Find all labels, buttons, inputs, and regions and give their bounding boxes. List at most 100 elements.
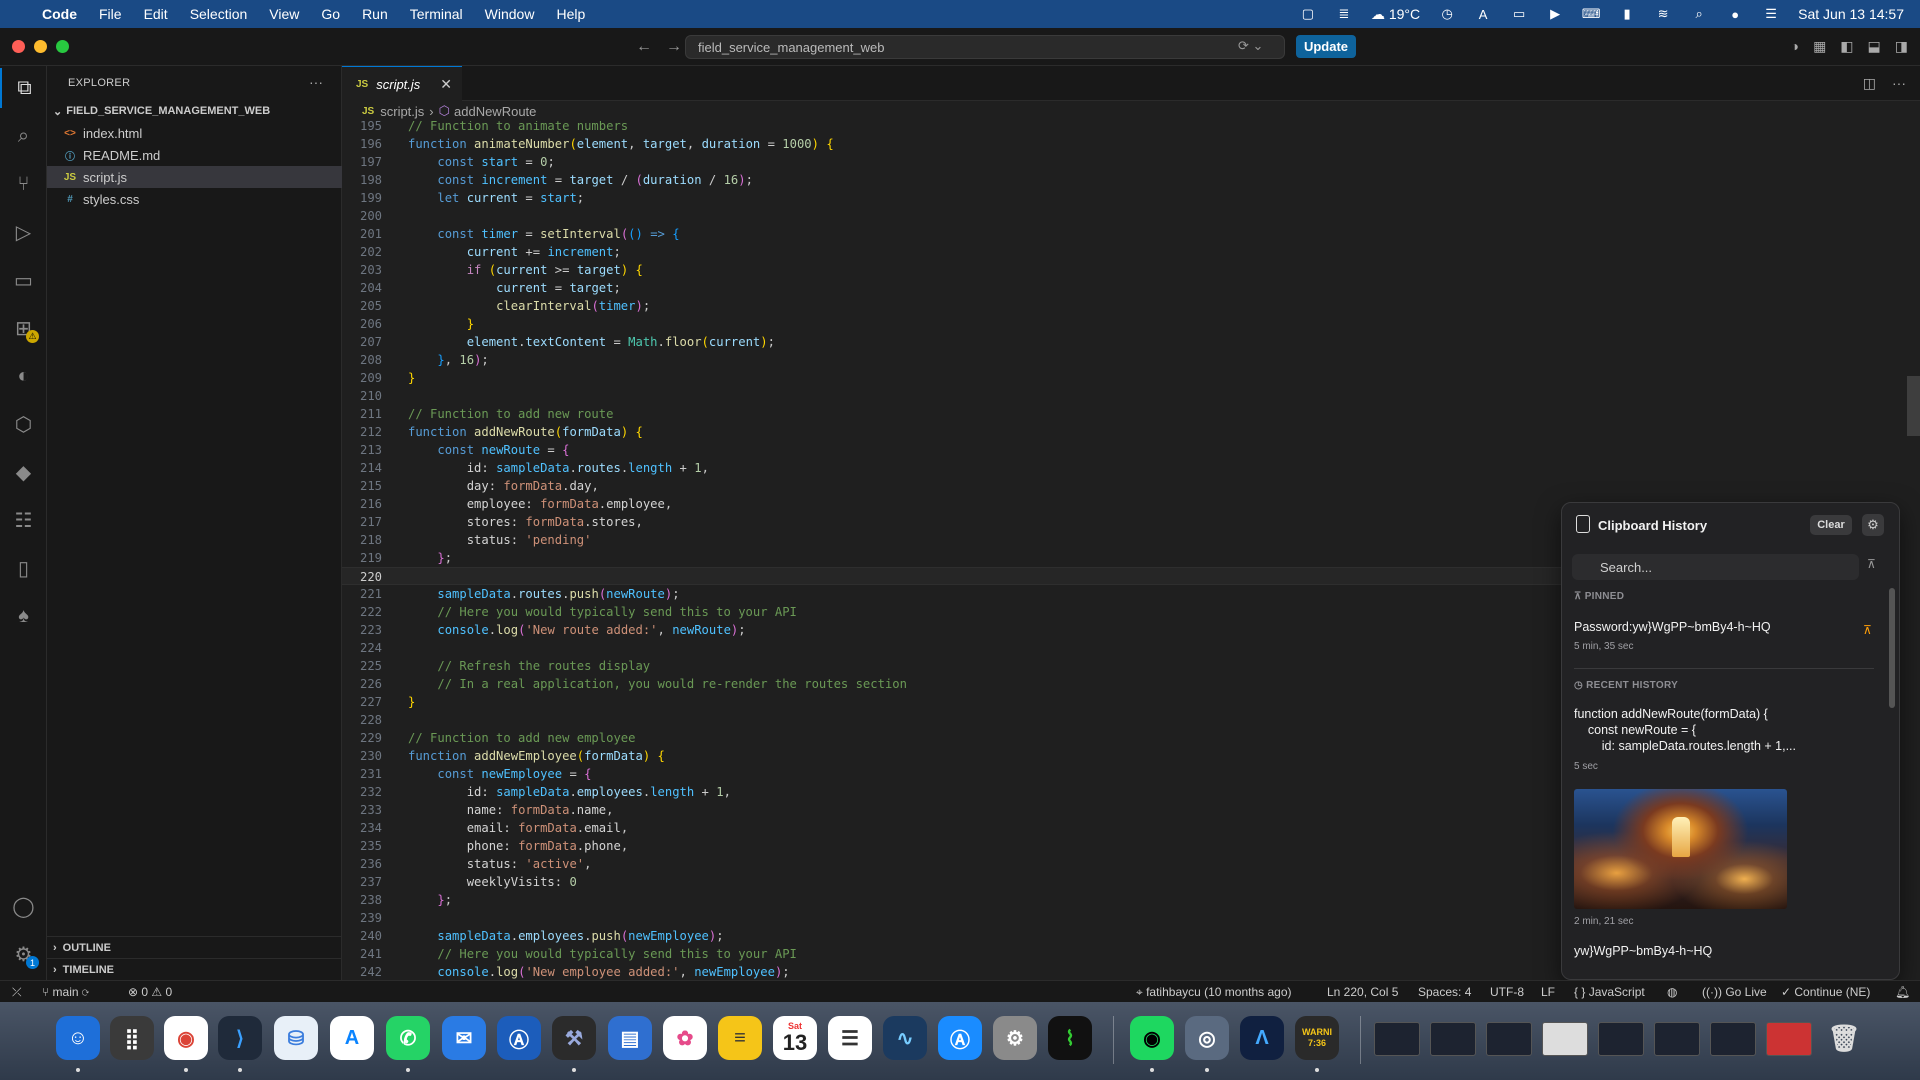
notes-icon[interactable]: ≡ [718, 1016, 762, 1060]
chrome-icon[interactable]: ◉ [164, 1016, 208, 1060]
clipboard-search-input[interactable]: Search... [1572, 554, 1859, 580]
cursor-position[interactable]: Ln 220, Col 5 [1327, 985, 1398, 999]
back-arrow-icon[interactable]: ← [636, 38, 652, 56]
freeform-icon[interactable]: ∿ [883, 1016, 927, 1060]
menu-window[interactable]: Window [485, 6, 535, 22]
minimized-window-thumb[interactable] [1486, 1022, 1532, 1056]
branch-indicator[interactable]: ⑂ main ⟳ [42, 985, 89, 999]
indentation[interactable]: Spaces: 4 [1418, 985, 1471, 999]
minimized-window-thumb[interactable] [1374, 1022, 1420, 1056]
minimized-window-thumb[interactable] [1766, 1022, 1812, 1056]
manage-gear-icon[interactable]: ⚙ 1 [0, 934, 47, 974]
menubar-clock[interactable]: Sat Jun 13 14:57 [1798, 6, 1904, 22]
xcode-icon[interactable]: ⚒ [552, 1016, 596, 1060]
menu-file[interactable]: File [99, 6, 122, 22]
encoding[interactable]: UTF-8 [1490, 985, 1524, 999]
language-mode[interactable]: { } JavaScript [1574, 985, 1645, 999]
clipboard-scrollbar[interactable] [1889, 588, 1895, 708]
spotify-icon[interactable]: ◉ [1130, 1016, 1174, 1060]
fullscreen-window-button[interactable] [56, 40, 69, 53]
clipboard-menu-icon[interactable]: ▢ [1299, 6, 1317, 21]
menu-edit[interactable]: Edit [144, 6, 168, 22]
forward-arrow-icon[interactable]: → [666, 38, 682, 56]
activity-monitor-icon[interactable]: ⌇ [1048, 1016, 1092, 1060]
pinned-star-icon[interactable]: ⊼ [1863, 623, 1872, 637]
siri-icon[interactable]: ● [1726, 7, 1744, 22]
pin-icon[interactable]: ⊼ [1867, 557, 1876, 571]
file-readme-md[interactable]: ⓘ README.md [47, 144, 342, 166]
notifications-bell-icon[interactable]: 🔔︎ [1895, 985, 1910, 999]
whatsapp-icon[interactable]: ✆ [386, 1016, 430, 1060]
explorer-icon[interactable]: ⧉ [0, 68, 47, 108]
editor-scrollbar[interactable] [1907, 376, 1920, 436]
close-icon[interactable]: ✕ [440, 76, 452, 93]
go-live[interactable]: ((·)) Go Live [1702, 985, 1767, 999]
run-debug-icon[interactable]: ▷ [0, 212, 47, 252]
gear-icon[interactable]: ⚙ [1862, 514, 1884, 536]
timer-icon[interactable]: ◷ [1438, 6, 1456, 21]
display-icon[interactable]: ▭ [1510, 6, 1528, 21]
system-settings-icon[interactable]: ⚙ [993, 1016, 1037, 1060]
continue-status[interactable]: ✓ Continue (NE) [1781, 985, 1870, 999]
night-city-photo[interactable] [1574, 789, 1787, 909]
git-blame[interactable]: ⌖ fatihbaycu (10 months ago) [1136, 985, 1292, 1000]
workspace-folder[interactable]: ⌄ FIELD_SERVICE_MANAGEMENT_WEB [47, 101, 342, 121]
explorer-more-actions-icon[interactable]: ··· [309, 74, 323, 90]
minimize-window-button[interactable] [34, 40, 47, 53]
problems-indicator[interactable]: ⊗ 0 ⚠ 0 [128, 985, 172, 999]
outline-section[interactable]: › OUTLINE [47, 936, 342, 958]
keyboard-icon[interactable]: ⌨ [1582, 6, 1601, 21]
xcode-instruments-icon[interactable]: Ⓐ [497, 1016, 541, 1060]
play-icon[interactable]: ▶ [1546, 6, 1564, 21]
copilot-chat-icon[interactable]: ◑ [1791, 38, 1799, 55]
file-styles-css[interactable]: # styles.css [47, 188, 342, 210]
breadcrumb-file[interactable]: script.js [380, 104, 424, 119]
toggle-secondary-sidebar-icon[interactable]: ◨ [1895, 38, 1908, 55]
search-icon[interactable]: ⌕ [0, 116, 47, 156]
minimized-window-thumb[interactable] [1430, 1022, 1476, 1056]
accounts-icon[interactable]: ◯ [0, 886, 47, 926]
finder-icon[interactable]: ☺ [56, 1016, 100, 1060]
control-center-icon[interactable]: ☰ [1762, 6, 1780, 21]
minimized-window-thumb[interactable] [1542, 1022, 1588, 1056]
breadcrumb-symbol[interactable]: addNewRoute [454, 104, 536, 119]
file-script-js[interactable]: JS script.js [47, 166, 342, 188]
remote-explorer-icon[interactable]: ▭ [0, 260, 47, 300]
database-icon[interactable]: ☷ [0, 500, 47, 540]
toggle-panel-icon[interactable]: ⬓ [1868, 38, 1881, 55]
calendar-icon[interactable]: Sat 13 [773, 1016, 817, 1060]
copilot-icon[interactable]: ⟳ ⌄ [1238, 38, 1263, 54]
weather-indicator[interactable]: ☁ 19°C [1371, 6, 1420, 23]
gitlens-icon[interactable]: ◐ [0, 356, 47, 396]
recent-item-code-line[interactable]: id: sampleData.routes.length + 1,... [1574, 739, 1796, 753]
photos-icon[interactable]: ✿ [663, 1016, 707, 1060]
menu-run[interactable]: Run [362, 6, 388, 22]
mongodb-leaf-icon[interactable]: ♠ [0, 596, 47, 636]
minimized-window-thumb[interactable] [1710, 1022, 1756, 1056]
copilot-status-icon[interactable]: ◍ [1667, 985, 1677, 999]
notes-menu-icon[interactable]: ≣ [1335, 6, 1353, 21]
arc-icon[interactable]: A [330, 1016, 374, 1060]
vscode-icon[interactable]: ⟩ [218, 1016, 262, 1060]
clear-button[interactable]: Clear [1810, 515, 1852, 535]
pinned-item-text[interactable]: Password:yw}WgPP~bmBy4-h~HQ [1574, 620, 1771, 634]
minimized-window-thumb[interactable] [1654, 1022, 1700, 1056]
source-control-icon[interactable]: ⑂ [0, 164, 47, 204]
split-editor-icon[interactable]: ◫ [1863, 75, 1876, 92]
console-widget-icon[interactable]: WARNI 7:36 [1295, 1016, 1339, 1060]
menu-view[interactable]: View [269, 6, 299, 22]
close-window-button[interactable] [12, 40, 25, 53]
menu-help[interactable]: Help [556, 6, 585, 22]
mail-icon[interactable]: ✉ [442, 1016, 486, 1060]
recent-item-text[interactable]: yw}WgPP~bmBy4-h~HQ [1574, 944, 1712, 958]
minimized-window-thumb[interactable] [1598, 1022, 1644, 1056]
copilot-app-icon[interactable]: Λ [1240, 1016, 1284, 1060]
python-icon[interactable]: ◆ [0, 452, 47, 492]
extensions-icon[interactable]: ⊞ ⚠ [0, 308, 47, 348]
timeline-section[interactable]: › TIMELINE [47, 958, 342, 980]
menu-terminal[interactable]: Terminal [410, 6, 463, 22]
file-index-html[interactable]: <> index.html [47, 122, 342, 144]
azure-data-studio-icon[interactable]: ⛁ [274, 1016, 318, 1060]
files-icon[interactable]: ▤ [608, 1016, 652, 1060]
menu-app-code[interactable]: Code [42, 6, 77, 22]
